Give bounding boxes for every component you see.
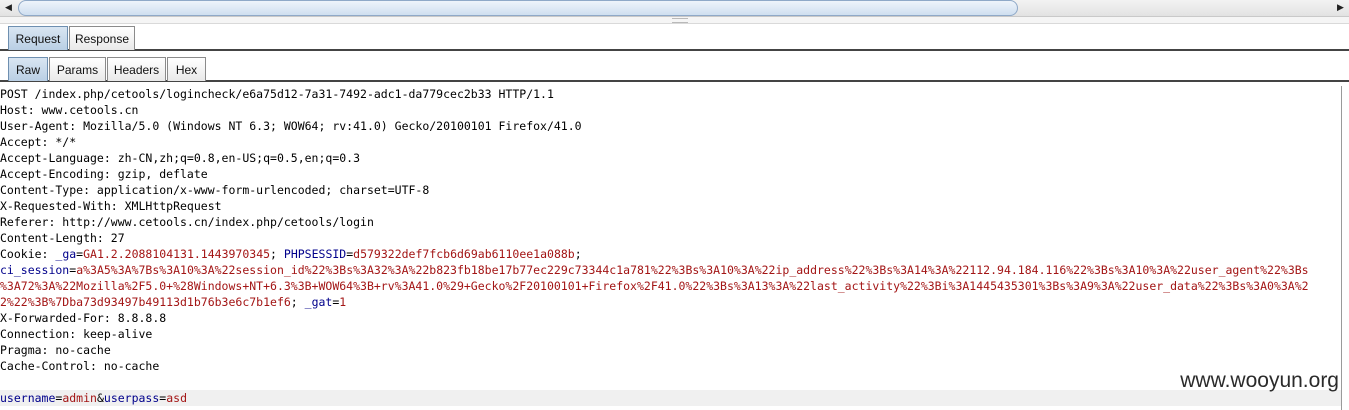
cookie-value: a%3A5%3A%7Bs%3A10%3A%22session_id%22%3Bs… (76, 263, 1309, 277)
cookie-ci-session-end: 2%22%3B%7Dba73d93497b49113d1b76b3e6c7b1e… (0, 295, 347, 309)
param-name: username (0, 391, 56, 405)
header-accept-language: Accept-Language: zh-CN,zh;q=0.8,en-US;q=… (0, 151, 361, 165)
scroll-right-icon[interactable]: ▶ (1332, 0, 1349, 16)
cookie-value: d579322def7fcb6d69ab6110ee1a088b (353, 247, 575, 261)
cookie-name: ci_session (0, 263, 70, 277)
cookie-value: GA1.2.2088104131.1443970345 (83, 247, 271, 261)
request-line: POST /index.php/cetools/logincheck/e6a75… (0, 87, 554, 101)
tab-response[interactable]: Response (69, 26, 135, 50)
cookie-name: _gat (304, 295, 333, 309)
header-connection: Connection: keep-alive (0, 327, 153, 341)
tab-headers[interactable]: Headers (107, 57, 166, 81)
cookie-value: %3A72%3A%22Mozilla%2F5.0+%28Windows+NT+6… (0, 279, 1309, 293)
header-content-type: Content-Type: application/x-www-form-url… (0, 183, 430, 197)
header-pragma: Pragma: no-cache (0, 343, 111, 357)
cookie-name: _ga (55, 247, 77, 261)
header-accept: Accept: */* (0, 135, 77, 149)
cookie-ci-session-cont: %3A72%3A%22Mozilla%2F5.0+%28Windows+NT+6… (0, 278, 1309, 294)
cookie-label: Cookie: (0, 247, 56, 261)
pane-splitter[interactable] (0, 17, 1349, 24)
cookie-value: 2%22%3B%7Dba73d93497b49113d1b76b3e6c7b1e… (0, 295, 291, 309)
header-x-requested-with: X-Requested-With: XMLHttpRequest (0, 199, 222, 213)
tab-raw[interactable]: Raw (8, 57, 48, 81)
view-tabs: Raw Params Headers Hex (0, 55, 1349, 82)
raw-request-editor[interactable]: POST /index.php/cetools/logincheck/e6a75… (0, 86, 1349, 410)
cookie-value: 1 (339, 295, 347, 309)
param-name: userpass (103, 391, 160, 405)
header-accept-encoding: Accept-Encoding: gzip, deflate (0, 167, 208, 181)
message-tabs: Request Response (0, 24, 1349, 51)
scrollbar-thumb[interactable] (18, 0, 1018, 16)
scroll-left-icon[interactable]: ◀ (0, 0, 17, 16)
tab-hex[interactable]: Hex (167, 57, 206, 81)
header-content-length: Content-Length: 27 (0, 231, 125, 245)
request-body: username=admin&userpass=asd (0, 390, 1341, 406)
tab-request[interactable]: Request (8, 26, 68, 50)
header-referer: Referer: http://www.cetools.cn/index.php… (0, 215, 374, 229)
watermark: www.wooyun.org (1180, 369, 1339, 392)
header-x-forwarded-for: X-Forwarded-For: 8.8.8.8 (0, 311, 167, 325)
cookie-name: PHPSESSID (283, 247, 347, 261)
horizontal-scrollbar[interactable]: ◀ ▶ (0, 0, 1349, 17)
param-value: admin (62, 391, 97, 405)
header-user-agent: User-Agent: Mozilla/5.0 (Windows NT 6.3;… (0, 119, 582, 133)
splitter-grip-icon[interactable] (672, 18, 688, 23)
header-cookie: Cookie: _ga=GA1.2.2088104131.1443970345;… (0, 247, 582, 261)
header-cache-control: Cache-Control: no-cache (0, 359, 160, 373)
editor-right-border (1341, 86, 1342, 410)
cookie-ci-session: ci_session=a%3A5%3A%7Bs%3A10%3A%22sessio… (0, 263, 1309, 277)
tab-params[interactable]: Params (49, 57, 106, 81)
param-value: asd (166, 391, 187, 405)
header-host: Host: www.cetools.cn (0, 103, 139, 117)
